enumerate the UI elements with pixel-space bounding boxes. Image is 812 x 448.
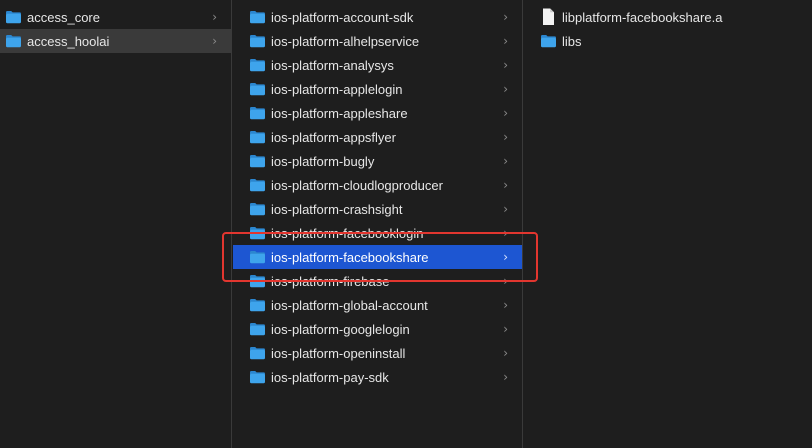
- folder-row-ios-platform-account-sdk[interactable]: ios-platform-account-sdk ›: [233, 5, 522, 29]
- folder-row-ios-platform-appleshare[interactable]: ios-platform-appleshare ›: [233, 101, 522, 125]
- item-label: ios-platform-alhelpservice: [271, 33, 420, 49]
- folder-row-ios-platform-bugly[interactable]: ios-platform-bugly ›: [233, 149, 522, 173]
- chevron-right-icon: ›: [503, 226, 508, 240]
- folder-icon: [249, 82, 266, 96]
- item-label: ios-platform-analysys: [271, 57, 394, 73]
- item-label: ios-platform-pay-sdk: [271, 369, 389, 385]
- folder-row-access-hoolai[interactable]: access_hoolai ›: [0, 29, 231, 53]
- chevron-right-icon: ›: [503, 82, 508, 96]
- chevron-right-icon: ›: [503, 202, 508, 216]
- column-1[interactable]: access_core › access_hoolai ›: [0, 0, 232, 448]
- folder-icon: [540, 34, 557, 48]
- item-label: libs: [562, 33, 582, 49]
- file-row-libplatform-facebookshare-a[interactable]: libplatform-facebookshare.a: [524, 5, 812, 29]
- folder-icon: [249, 130, 266, 144]
- item-label: access_core: [27, 9, 100, 25]
- chevron-right-icon: ›: [503, 298, 508, 312]
- chevron-right-icon: ›: [503, 58, 508, 72]
- column-2[interactable]: ios-platform-account-sdk › ios-platform-al…: [233, 0, 523, 448]
- item-label: ios-platform-firebase: [271, 273, 390, 289]
- chevron-right-icon: ›: [503, 274, 508, 288]
- item-label: ios-platform-global-account: [271, 297, 428, 313]
- column-3[interactable]: libplatform-facebookshare.a libs: [524, 0, 812, 448]
- folder-icon: [249, 178, 266, 192]
- folder-icon: [249, 10, 266, 24]
- folder-icon: [249, 106, 266, 120]
- folder-icon: [5, 10, 22, 24]
- chevron-right-icon: ›: [503, 34, 508, 48]
- folder-icon: [249, 58, 266, 72]
- folder-icon: [249, 202, 266, 216]
- chevron-right-icon: ›: [212, 34, 217, 48]
- folder-row-ios-platform-analysys[interactable]: ios-platform-analysys ›: [233, 53, 522, 77]
- folder-icon: [249, 34, 266, 48]
- finder-column-browser: access_core › access_hoolai › ios-platform-…: [0, 0, 812, 448]
- folder-icon: [249, 250, 266, 264]
- item-label: ios-platform-facebookshare: [271, 249, 429, 265]
- document-icon: [540, 8, 557, 25]
- chevron-right-icon: ›: [503, 250, 508, 264]
- folder-row-ios-platform-pay-sdk[interactable]: ios-platform-pay-sdk ›: [233, 365, 522, 389]
- item-label: ios-platform-facebooklogin: [271, 225, 424, 241]
- folder-icon: [249, 370, 266, 384]
- chevron-right-icon: ›: [503, 130, 508, 144]
- chevron-right-icon: ›: [503, 154, 508, 168]
- folder-row-ios-platform-cloudlogproducer[interactable]: ios-platform-cloudlogproducer ›: [233, 173, 522, 197]
- item-label: ios-platform-bugly: [271, 153, 375, 169]
- chevron-right-icon: ›: [212, 10, 217, 24]
- chevron-right-icon: ›: [503, 370, 508, 384]
- folder-icon: [249, 322, 266, 336]
- item-label: libplatform-facebookshare.a: [562, 9, 723, 25]
- folder-row-ios-platform-googlelogin[interactable]: ios-platform-googlelogin ›: [233, 317, 522, 341]
- folder-icon: [249, 346, 266, 360]
- item-label: ios-platform-appsflyer: [271, 129, 396, 145]
- folder-row-ios-platform-facebookshare[interactable]: ios-platform-facebookshare ›: [233, 245, 522, 269]
- item-label: ios-platform-applelogin: [271, 81, 403, 97]
- chevron-right-icon: ›: [503, 322, 508, 336]
- item-label: ios-platform-crashsight: [271, 201, 403, 217]
- chevron-right-icon: ›: [503, 10, 508, 24]
- folder-row-ios-platform-applelogin[interactable]: ios-platform-applelogin ›: [233, 77, 522, 101]
- folder-row-ios-platform-appsflyer[interactable]: ios-platform-appsflyer ›: [233, 125, 522, 149]
- folder-row-libs[interactable]: libs: [524, 29, 812, 53]
- folder-row-ios-platform-firebase[interactable]: ios-platform-firebase ›: [233, 269, 522, 293]
- item-label: access_hoolai: [27, 33, 110, 49]
- item-label: ios-platform-openinstall: [271, 345, 406, 361]
- chevron-right-icon: ›: [503, 346, 508, 360]
- folder-row-ios-platform-alhelpservice[interactable]: ios-platform-alhelpservice ›: [233, 29, 522, 53]
- chevron-right-icon: ›: [503, 106, 508, 120]
- folder-icon: [249, 274, 266, 288]
- folder-icon: [5, 34, 22, 48]
- folder-row-ios-platform-openinstall[interactable]: ios-platform-openinstall ›: [233, 341, 522, 365]
- item-label: ios-platform-cloudlogproducer: [271, 177, 443, 193]
- item-label: ios-platform-googlelogin: [271, 321, 410, 337]
- folder-row-ios-platform-crashsight[interactable]: ios-platform-crashsight ›: [233, 197, 522, 221]
- folder-row-ios-platform-global-account[interactable]: ios-platform-global-account ›: [233, 293, 522, 317]
- folder-icon: [249, 154, 266, 168]
- item-label: ios-platform-appleshare: [271, 105, 408, 121]
- folder-icon: [249, 226, 266, 240]
- chevron-right-icon: ›: [503, 178, 508, 192]
- folder-row-ios-platform-facebooklogin[interactable]: ios-platform-facebooklogin ›: [233, 221, 522, 245]
- folder-icon: [249, 298, 266, 312]
- item-label: ios-platform-account-sdk: [271, 9, 414, 25]
- folder-row-access-core[interactable]: access_core ›: [0, 5, 231, 29]
